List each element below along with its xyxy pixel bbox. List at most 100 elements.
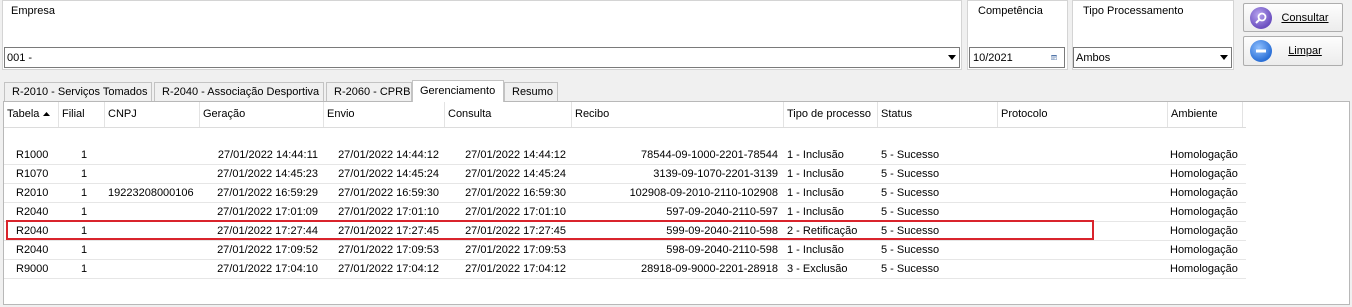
table-cell: 27/01/2022 16:59:29 <box>217 187 318 199</box>
table-cell: R1070 <box>16 168 49 180</box>
table-cell: 27/01/2022 14:45:23 <box>217 168 318 180</box>
table-cell: 599-09-2040-2110-598 <box>666 225 778 237</box>
table-row[interactable]: R2040 1 27/01/2022 17:27:44 27/01/2022 17:2… <box>4 222 1246 241</box>
table-cell: 19223208000106 <box>108 187 194 199</box>
table-cell <box>108 222 198 240</box>
table-row[interactable]: R1070 1 27/01/2022 14:45:23 27/01/2022 14:4… <box>4 165 1246 184</box>
chevron-down-icon[interactable] <box>1217 48 1231 67</box>
limpar-button[interactable]: Limpar <box>1243 36 1343 66</box>
limpar-label: Limpar <box>1288 45 1322 57</box>
tab-r2010[interactable]: R-2010 - Serviços Tomados <box>4 82 152 102</box>
chevron-down-icon[interactable] <box>945 48 959 67</box>
magnifier-icon <box>1250 6 1272 29</box>
table-cell: 5 - Sucesso <box>881 225 940 237</box>
table-cell: 27/01/2022 14:44:11 <box>217 149 318 161</box>
table-cell: 27/01/2022 17:04:10 <box>217 263 318 275</box>
tab-r2040[interactable]: R-2040 - Associação Desportiva <box>154 82 324 102</box>
table-cell: 1 <box>81 244 88 256</box>
table-cell: 102908-09-2010-2110-102908 <box>629 187 778 199</box>
table-row[interactable]: R9000 1 27/01/2022 17:04:10 27/01/2022 17:0… <box>4 260 1246 279</box>
tab-resumo[interactable]: Resumo <box>504 82 558 102</box>
tipo-processamento-select[interactable]: Ambos <box>1073 47 1232 68</box>
table-cell: Homologação <box>1170 187 1238 199</box>
tipo-processamento-value: Ambos <box>1076 51 1111 64</box>
tab-r2060[interactable]: R-2060 - CPRB <box>326 82 412 102</box>
table-cell: 5 - Sucesso <box>881 187 940 199</box>
table-cell <box>108 146 198 164</box>
table-cell: 27/01/2022 17:09:52 <box>217 244 318 256</box>
table-cell <box>1001 184 1168 202</box>
column-header-geracao[interactable]: Geração <box>200 102 324 127</box>
column-header-envio[interactable]: Envio <box>324 102 445 127</box>
table-row[interactable]: R1000 1 27/01/2022 14:44:11 27/01/2022 14:4… <box>4 146 1246 165</box>
table-cell: 5 - Sucesso <box>881 263 940 275</box>
table-cell: 5 - Sucesso <box>881 149 940 161</box>
table-cell: R2040 <box>16 244 49 256</box>
table-cell: 1 <box>81 168 88 180</box>
table-cell: 1 - Inclusão <box>787 149 844 161</box>
grid-rows: R1000 1 27/01/2022 14:44:11 27/01/2022 14:4… <box>4 146 1246 279</box>
table-cell <box>1001 203 1168 221</box>
table-cell: 27/01/2022 17:04:12 <box>338 263 439 275</box>
table-cell <box>1001 260 1168 278</box>
table-cell: 27/01/2022 17:04:12 <box>465 263 566 275</box>
table-cell <box>1001 146 1168 164</box>
table-cell: Homologação <box>1170 206 1238 218</box>
tipo-processamento-label: Tipo Processamento <box>1083 5 1184 17</box>
calendar-icon[interactable] <box>1044 48 1064 67</box>
table-cell: 5 - Sucesso <box>881 206 940 218</box>
table-cell: 27/01/2022 16:59:30 <box>465 187 566 199</box>
table-cell: 27/01/2022 17:01:10 <box>338 206 439 218</box>
table-cell: R1000 <box>16 149 49 161</box>
column-header-ambiente[interactable]: Ambiente <box>1168 102 1243 127</box>
table-cell: 5 - Sucesso <box>881 168 940 180</box>
column-header-status[interactable]: Status <box>878 102 998 127</box>
table-cell <box>108 165 198 183</box>
column-header-protocolo[interactable]: Protocolo <box>998 102 1168 127</box>
column-header-tipo-processo[interactable]: Tipo de processo <box>784 102 878 127</box>
table-cell <box>1001 222 1168 240</box>
table-cell: 3139-09-1070-2201-3139 <box>653 168 778 180</box>
table-cell: 2 - Retificação <box>787 225 858 237</box>
tab-label: R-2060 - CPRB <box>334 86 411 98</box>
competencia-input[interactable]: 10/2021 <box>969 47 1065 68</box>
table-cell: 27/01/2022 17:01:09 <box>217 206 318 218</box>
sort-ascending-icon <box>43 112 51 116</box>
table-cell: 598-09-2040-2110-598 <box>666 244 778 256</box>
table-cell: 1 <box>81 206 88 218</box>
table-cell: 3 - Exclusão <box>787 263 848 275</box>
competencia-value: 10/2021 <box>973 51 1013 64</box>
empresa-label: Empresa <box>11 5 56 17</box>
table-cell: Homologação <box>1170 225 1238 237</box>
table-cell: 1 - Inclusão <box>787 206 844 218</box>
column-header-consulta[interactable]: Consulta <box>445 102 572 127</box>
column-header-filial[interactable]: Filial <box>59 102 105 127</box>
table-cell <box>1001 241 1168 259</box>
table-cell: 1 - Inclusão <box>787 168 844 180</box>
table-cell: 27/01/2022 17:27:44 <box>217 225 318 237</box>
tab-gerenciamento[interactable]: Gerenciamento <box>412 80 504 102</box>
column-header-cnpj[interactable]: CNPJ <box>105 102 200 127</box>
empresa-select[interactable]: 001 - <box>4 47 960 68</box>
table-cell: 597-09-2040-2110-597 <box>666 206 778 218</box>
column-header-recibo[interactable]: Recibo <box>572 102 784 127</box>
table-cell: 28918-09-9000-2201-28918 <box>640 263 778 275</box>
tab-label: Resumo <box>512 86 553 98</box>
table-cell: 1 <box>81 149 88 161</box>
grid-header: Tabela Filial CNPJ Geração Envio Consult… <box>4 102 1246 128</box>
column-header-tabela[interactable]: Tabela <box>4 102 59 127</box>
table-row[interactable]: R2010 1 19223208000106 27/01/2022 16:59:29 2… <box>4 184 1246 203</box>
table-cell: Homologação <box>1170 149 1238 161</box>
tab-label: R-2010 - Serviços Tomados <box>12 86 148 98</box>
table-cell: 27/01/2022 14:44:12 <box>338 149 439 161</box>
table-cell: 1 <box>81 225 88 237</box>
table-cell: R2040 <box>16 225 49 237</box>
gerenciamento-grid[interactable]: Tabela Filial CNPJ Geração Envio Consult… <box>3 101 1350 305</box>
table-row[interactable]: R2040 1 27/01/2022 17:01:09 27/01/2022 17:0… <box>4 203 1246 222</box>
consultar-button[interactable]: Consultar <box>1243 3 1343 32</box>
table-cell: Homologação <box>1170 244 1238 256</box>
minus-circle-icon <box>1250 40 1272 62</box>
table-row[interactable]: R2040 1 27/01/2022 17:09:52 27/01/2022 17:0… <box>4 241 1246 260</box>
table-cell: Homologação <box>1170 168 1238 180</box>
table-cell: R2040 <box>16 206 49 218</box>
